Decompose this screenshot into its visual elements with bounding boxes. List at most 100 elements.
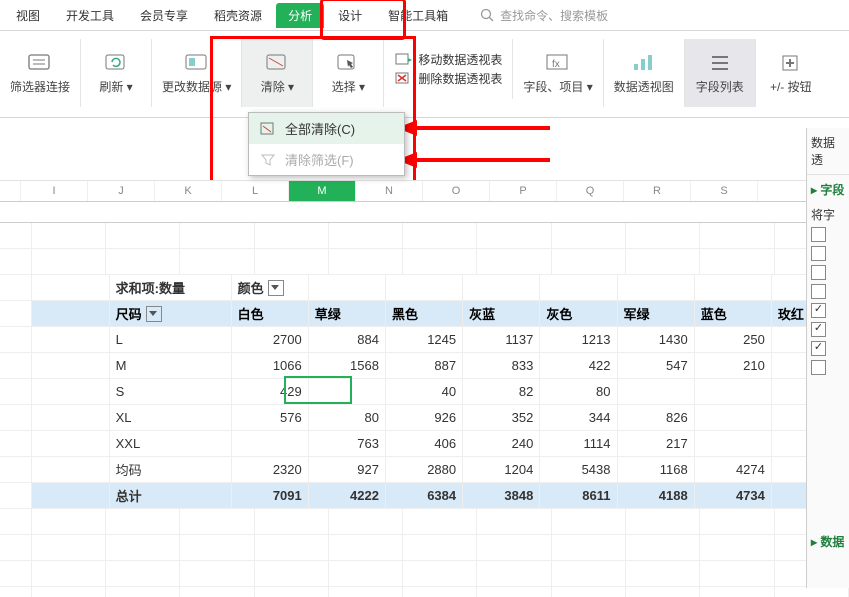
cell[interactable]: 80 bbox=[309, 405, 386, 431]
cell[interactable] bbox=[403, 535, 477, 561]
tab-design[interactable]: 设计 bbox=[326, 3, 374, 28]
cell[interactable] bbox=[403, 561, 477, 587]
cell[interactable]: 白色 bbox=[232, 301, 309, 327]
slicer-connect-button[interactable]: 筛选器连接 bbox=[0, 39, 81, 107]
cell[interactable] bbox=[477, 587, 551, 597]
cell[interactable] bbox=[552, 561, 626, 587]
cell[interactable] bbox=[618, 379, 695, 405]
cell[interactable] bbox=[32, 327, 109, 353]
cell[interactable] bbox=[403, 249, 477, 275]
col-O[interactable]: O bbox=[423, 181, 490, 201]
cell[interactable] bbox=[329, 249, 403, 275]
col-L[interactable]: L bbox=[222, 181, 289, 201]
tab-analyze[interactable]: 分析 bbox=[276, 3, 324, 28]
cell[interactable]: 217 bbox=[618, 431, 695, 457]
cell[interactable] bbox=[106, 223, 180, 249]
cell[interactable] bbox=[106, 249, 180, 275]
select-button[interactable]: 选择 ▾ bbox=[313, 39, 384, 107]
field-list-button[interactable]: 字段列表 bbox=[685, 39, 756, 107]
cell[interactable] bbox=[626, 561, 700, 587]
cell[interactable]: 3848 bbox=[463, 483, 540, 509]
cell[interactable] bbox=[477, 223, 551, 249]
col-S[interactable]: S bbox=[691, 181, 758, 201]
col-P[interactable]: P bbox=[490, 181, 557, 201]
cell[interactable] bbox=[626, 535, 700, 561]
cell[interactable] bbox=[329, 561, 403, 587]
cell[interactable]: 1066 bbox=[232, 353, 309, 379]
cell[interactable] bbox=[180, 509, 254, 535]
cell[interactable]: 240 bbox=[463, 431, 540, 457]
cell[interactable] bbox=[255, 249, 329, 275]
cell[interactable] bbox=[695, 405, 772, 431]
cell[interactable]: 灰色 bbox=[540, 301, 617, 327]
cell[interactable] bbox=[329, 587, 403, 597]
cell[interactable]: 黑色 bbox=[386, 301, 463, 327]
cell[interactable]: 1245 bbox=[386, 327, 463, 353]
fields-button[interactable]: fx 字段、项目 ▾ bbox=[513, 39, 603, 107]
cell[interactable]: 429 bbox=[232, 379, 309, 405]
tab-view[interactable]: 视图 bbox=[4, 3, 52, 28]
cell[interactable]: 6384 bbox=[386, 483, 463, 509]
cell[interactable]: 1137 bbox=[463, 327, 540, 353]
cell[interactable]: 4188 bbox=[618, 483, 695, 509]
cell[interactable] bbox=[180, 249, 254, 275]
cell[interactable]: 40 bbox=[386, 379, 463, 405]
cell[interactable]: 求和项:数量 bbox=[110, 275, 232, 301]
cell[interactable]: 422 bbox=[540, 353, 617, 379]
cell[interactable]: 884 bbox=[309, 327, 386, 353]
cell[interactable]: 210 bbox=[695, 353, 772, 379]
cell[interactable] bbox=[32, 431, 109, 457]
cell[interactable] bbox=[695, 431, 772, 457]
cell[interactable] bbox=[32, 223, 106, 249]
pivot-field-pane[interactable]: 数据透 ▸ 字段 将字 ▸ 数据 bbox=[806, 128, 849, 588]
col-Q[interactable]: Q bbox=[557, 181, 624, 201]
refresh-button[interactable]: 刷新 ▾ bbox=[81, 39, 152, 107]
cell[interactable] bbox=[700, 249, 774, 275]
cell[interactable]: 颜色 bbox=[232, 275, 309, 301]
cell[interactable] bbox=[309, 379, 386, 405]
cell[interactable] bbox=[329, 223, 403, 249]
field-checkbox[interactable] bbox=[811, 322, 826, 337]
col-N[interactable]: N bbox=[356, 181, 423, 201]
field-checkbox[interactable] bbox=[811, 341, 826, 356]
col-J[interactable]: J bbox=[88, 181, 155, 201]
cell[interactable]: 1168 bbox=[618, 457, 695, 483]
cell[interactable]: M bbox=[110, 353, 232, 379]
cell[interactable]: 2320 bbox=[232, 457, 309, 483]
move-pivot-button[interactable]: 移动数据透视表 bbox=[394, 51, 502, 68]
cell[interactable] bbox=[695, 275, 772, 301]
field-checkbox[interactable] bbox=[811, 284, 826, 299]
cell[interactable]: 926 bbox=[386, 405, 463, 431]
cell[interactable] bbox=[106, 561, 180, 587]
cell[interactable] bbox=[32, 379, 109, 405]
cell[interactable] bbox=[180, 561, 254, 587]
cell[interactable]: 均码 bbox=[110, 457, 232, 483]
cell[interactable] bbox=[626, 509, 700, 535]
field-checkbox[interactable] bbox=[811, 360, 826, 375]
cell[interactable]: 1430 bbox=[618, 327, 695, 353]
cell[interactable]: 1213 bbox=[540, 327, 617, 353]
cell[interactable] bbox=[700, 223, 774, 249]
clear-button[interactable]: 清除 ▾ bbox=[242, 39, 313, 107]
tab-dev[interactable]: 开发工具 bbox=[54, 3, 126, 28]
cell[interactable]: 灰蓝 bbox=[463, 301, 540, 327]
cell[interactable] bbox=[552, 509, 626, 535]
cell[interactable]: 82 bbox=[463, 379, 540, 405]
tab-vip[interactable]: 会员专享 bbox=[128, 3, 200, 28]
cell[interactable]: 总计 bbox=[110, 483, 232, 509]
tab-smart[interactable]: 智能工具箱 bbox=[376, 3, 460, 28]
cell[interactable]: 蓝色 bbox=[695, 301, 772, 327]
cell[interactable]: 4734 bbox=[695, 483, 772, 509]
cell[interactable] bbox=[403, 223, 477, 249]
cell[interactable] bbox=[329, 535, 403, 561]
cell[interactable] bbox=[309, 275, 386, 301]
cell[interactable]: 1114 bbox=[540, 431, 617, 457]
cell[interactable] bbox=[106, 535, 180, 561]
cell[interactable] bbox=[32, 561, 106, 587]
cell[interactable]: 763 bbox=[309, 431, 386, 457]
cell[interactable]: 草绿 bbox=[309, 301, 386, 327]
cell[interactable] bbox=[477, 561, 551, 587]
cell[interactable] bbox=[255, 587, 329, 597]
cell[interactable] bbox=[626, 587, 700, 597]
col-I[interactable]: I bbox=[21, 181, 88, 201]
